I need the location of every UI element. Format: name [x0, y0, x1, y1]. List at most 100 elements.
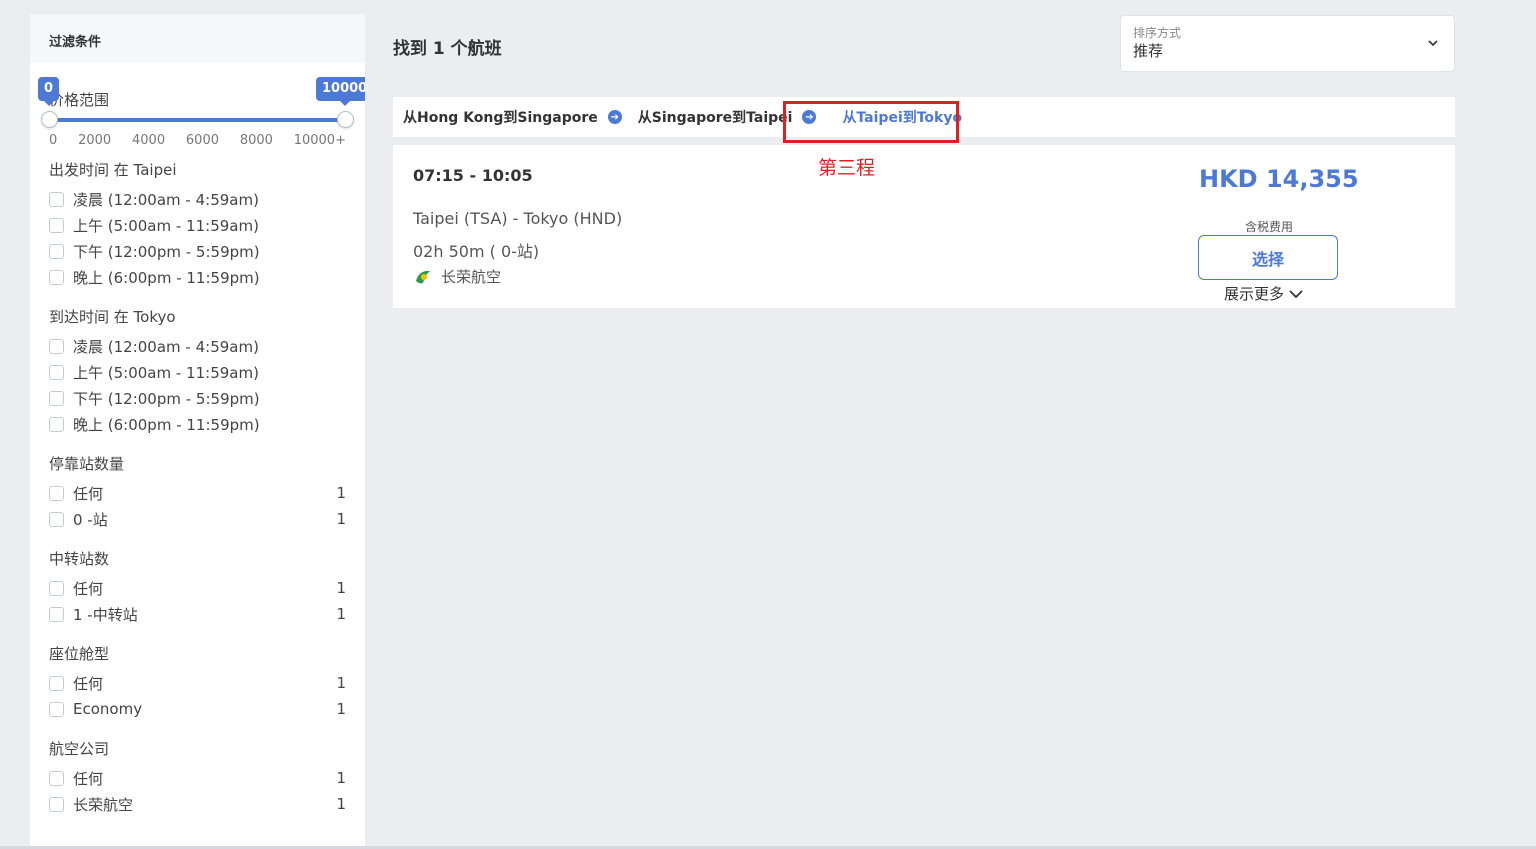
option-label: 任何 [73, 484, 104, 503]
airline-filter: 航空公司 任何 1 长荣航空 1 [30, 739, 365, 817]
option-count: 1 [336, 605, 346, 623]
price-slider-max-handle[interactable] [337, 111, 354, 128]
option-label: 上午 (5:00am - 11:59am) [73, 216, 259, 235]
price-range-filter: 价格范围 0 10000 0 2000 4000 6000 8000 10000… [30, 63, 365, 158]
cabin-filter: 座位舱型 任何 1 Economy 1 [30, 644, 365, 722]
checkbox[interactable] [49, 606, 64, 622]
transfers-title: 中转站数 [49, 550, 110, 568]
checkbox[interactable] [49, 338, 64, 354]
checkbox[interactable] [49, 217, 64, 233]
highlight-annotation-box [783, 101, 959, 143]
sort-dropdown[interactable]: 排序方式 推荐 [1120, 15, 1455, 72]
option-label: 任何 [73, 769, 104, 788]
price-slider-track[interactable] [49, 118, 346, 122]
select-button[interactable]: 选择 [1198, 235, 1338, 280]
checkbox[interactable] [49, 796, 64, 812]
price-slider-min-handle[interactable] [41, 111, 58, 128]
show-more-label: 展示更多 [1224, 285, 1285, 303]
departure-option[interactable]: 上午 (5:00am - 11:59am) [49, 212, 346, 238]
show-more-button[interactable]: 展示更多 [1224, 283, 1303, 304]
flight-duration: 02h 50m ( 0-站) [413, 242, 540, 261]
checkbox[interactable] [49, 485, 64, 501]
checkbox[interactable] [49, 243, 64, 259]
cabin-option[interactable]: Economy 1 [49, 696, 346, 722]
stops-filter: 停靠站数量 任何 1 0 -站 1 [30, 454, 365, 532]
option-count: 1 [336, 769, 346, 787]
chevron-down-icon [1289, 289, 1303, 298]
arrival-option[interactable]: 晚上 (6:00pm - 11:59pm) [49, 411, 346, 437]
results-title: 找到 1 个航班 [393, 39, 502, 59]
departure-time-title: 出发时间 在 Taipei [49, 161, 177, 179]
option-count: 1 [336, 484, 346, 502]
flight-route: Taipei (TSA) - Tokyo (HND) [413, 209, 623, 228]
option-label: 任何 [73, 579, 104, 598]
option-label: 晚上 (6:00pm - 11:59pm) [73, 415, 260, 434]
option-label: 上午 (5:00am - 11:59am) [73, 363, 259, 382]
checkbox[interactable] [49, 675, 64, 691]
checkbox[interactable] [49, 701, 64, 717]
cabin-title: 座位舱型 [49, 645, 110, 663]
airline-option[interactable]: 任何 1 [49, 765, 346, 791]
option-label: 凌晨 (12:00am - 4:59am) [73, 337, 259, 356]
stops-option[interactable]: 0 -站 1 [49, 506, 346, 532]
option-label: 0 -站 [73, 510, 108, 529]
transfers-option[interactable]: 任何 1 [49, 575, 346, 601]
arrival-option[interactable]: 上午 (5:00am - 11:59am) [49, 359, 346, 385]
option-count: 1 [336, 510, 346, 528]
chevron-down-icon [1428, 40, 1438, 47]
price-tick: 10000+ [293, 133, 346, 148]
airline-option[interactable]: 长荣航空 1 [49, 791, 346, 817]
option-count: 1 [336, 700, 346, 718]
price-min-bubble: 0 [38, 77, 60, 106]
checkbox[interactable] [49, 580, 64, 596]
sort-value: 推荐 [1133, 42, 1164, 60]
leg-tab-label: 从Singapore到Taipei [637, 110, 793, 126]
option-count: 1 [336, 674, 346, 692]
price-tick: 4000 [132, 133, 166, 148]
checkbox[interactable] [49, 269, 64, 285]
option-label: 晚上 (6:00pm - 11:59pm) [73, 268, 260, 287]
price-tick: 0 [49, 133, 58, 148]
arrival-time-filter: 到达时间 在 Tokyo 凌晨 (12:00am - 4:59am) 上午 (5… [30, 307, 365, 437]
option-count: 1 [336, 795, 346, 813]
leg-tab-label: 从Hong Kong到Singapore [403, 110, 598, 126]
flight-time: 07:15 - 10:05 [413, 166, 533, 185]
filter-sidebar: 过滤条件 价格范围 0 10000 0 2000 4000 6000 8000 … [30, 14, 365, 846]
airline-name: 长荣航空 [441, 268, 502, 286]
flight-card: 07:15 - 10:05 Taipei (TSA) - Tokyo (HND)… [393, 145, 1455, 308]
flight-price: HKD 14,355 [1199, 165, 1359, 193]
checkbox[interactable] [49, 511, 64, 527]
arrow-right-icon: ➔ [607, 110, 622, 124]
price-tick: 2000 [78, 133, 112, 148]
checkbox[interactable] [49, 364, 64, 380]
option-label: 任何 [73, 674, 104, 693]
annotation-text: 第三程 [818, 157, 876, 179]
transfers-filter: 中转站数 任何 1 1 -中转站 1 [30, 549, 365, 627]
checkbox[interactable] [49, 770, 64, 786]
price-tick: 8000 [239, 133, 273, 148]
arrival-option[interactable]: 下午 (12:00pm - 5:59pm) [49, 385, 346, 411]
checkbox[interactable] [49, 191, 64, 207]
price-max-bubble: 10000 [316, 77, 365, 106]
departure-time-filter: 出发时间 在 Taipei 凌晨 (12:00am - 4:59am) 上午 (… [30, 160, 365, 290]
price-ticks: 0 2000 4000 6000 8000 10000+ [49, 133, 346, 148]
price-tick: 6000 [185, 133, 219, 148]
departure-option[interactable]: 下午 (12:00pm - 5:59pm) [49, 238, 346, 264]
cabin-option[interactable]: 任何 1 [49, 670, 346, 696]
leg-tab-1[interactable]: 从Hong Kong到Singapore ➔ [403, 107, 622, 127]
stops-option[interactable]: 任何 1 [49, 480, 346, 506]
tax-note: 含税费用 [1244, 220, 1293, 234]
departure-option[interactable]: 凌晨 (12:00am - 4:59am) [49, 186, 346, 212]
option-label: 1 -中转站 [73, 605, 138, 624]
airline-logo-icon [416, 270, 430, 283]
checkbox[interactable] [49, 416, 64, 432]
checkbox[interactable] [49, 390, 64, 406]
option-label: 长荣航空 [73, 795, 134, 814]
arrival-option[interactable]: 凌晨 (12:00am - 4:59am) [49, 333, 346, 359]
airline-row: 长荣航空 [413, 266, 501, 287]
option-label: 凌晨 (12:00am - 4:59am) [73, 190, 259, 209]
transfers-option[interactable]: 1 -中转站 1 [49, 601, 346, 627]
option-label: 下午 (12:00pm - 5:59pm) [73, 242, 260, 261]
arrival-time-title: 到达时间 在 Tokyo [49, 308, 176, 326]
departure-option[interactable]: 晚上 (6:00pm - 11:59pm) [49, 264, 346, 290]
